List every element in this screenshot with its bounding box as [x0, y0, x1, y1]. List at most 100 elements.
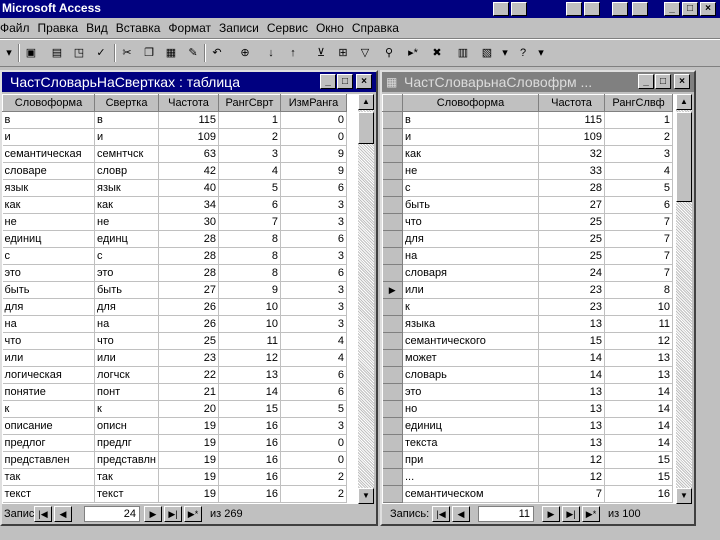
- table-row[interactable]: язык язык 40 5 6: [2, 179, 347, 197]
- table-cell[interactable]: 8: [218, 247, 281, 265]
- table-cell[interactable]: 7: [604, 213, 673, 231]
- current-row-indicator-icon[interactable]: ▶: [382, 281, 403, 299]
- first-record-icon[interactable]: |◀: [34, 506, 52, 522]
- table-row[interactable]: для для 26 10 3: [2, 298, 347, 316]
- table-row[interactable]: что 25 7: [382, 213, 673, 231]
- table-cell[interactable]: 28: [158, 264, 219, 282]
- app-icon-button[interactable]: [612, 2, 628, 16]
- table-cell[interactable]: 11: [218, 332, 281, 350]
- table-cell[interactable]: семантическая: [2, 145, 95, 163]
- table-cell[interactable]: 34: [158, 196, 219, 214]
- table-cell[interactable]: язык: [94, 179, 159, 197]
- table-cell[interactable]: для: [2, 298, 95, 316]
- first-record-icon[interactable]: |◀: [432, 506, 450, 522]
- table-cell[interactable]: 19: [158, 485, 219, 503]
- table-row[interactable]: так так 19 16 2: [2, 468, 347, 486]
- table-row[interactable]: текста 13 14: [382, 434, 673, 452]
- row-selector[interactable]: [382, 400, 403, 418]
- app-icon-button[interactable]: [584, 2, 600, 16]
- table-cell[interactable]: это: [94, 264, 159, 282]
- table-cell[interactable]: 19: [158, 434, 219, 452]
- row-selector[interactable]: [382, 179, 403, 197]
- table-cell[interactable]: 40: [158, 179, 219, 197]
- menu-insert[interactable]: Вставка: [112, 18, 165, 38]
- row-selector[interactable]: [382, 264, 403, 282]
- table-cell[interactable]: для: [94, 298, 159, 316]
- menu-view[interactable]: Вид: [82, 18, 112, 38]
- new-object-dropdown-icon[interactable]: ▾: [496, 44, 514, 62]
- table-cell[interactable]: 23: [538, 281, 605, 299]
- table-cell[interactable]: и: [2, 128, 95, 146]
- scroll-down-icon[interactable]: ▼: [676, 488, 692, 504]
- table-cell[interactable]: 22: [158, 366, 219, 384]
- table-cell[interactable]: 7: [538, 485, 605, 503]
- table-row[interactable]: семантическая семнтчск 63 3 9: [2, 145, 347, 163]
- table-cell[interactable]: 13: [218, 366, 281, 384]
- menu-edit[interactable]: Правка: [34, 18, 83, 38]
- app-icon-button[interactable]: [511, 2, 527, 16]
- preview-icon[interactable]: ◳: [70, 44, 88, 62]
- table-cell[interactable]: 6: [604, 196, 673, 214]
- new-record-nav-icon[interactable]: ▶*: [184, 506, 202, 522]
- table-cell[interactable]: как: [402, 145, 539, 163]
- table-cell[interactable]: 0: [280, 111, 347, 129]
- app-minimize-button[interactable]: _: [664, 2, 680, 16]
- table-cell[interactable]: 14: [604, 383, 673, 401]
- table-cell[interactable]: 5: [218, 179, 281, 197]
- table-cell[interactable]: 16: [604, 485, 673, 503]
- table-row[interactable]: единиц 13 14: [382, 417, 673, 435]
- table-cell[interactable]: 6: [280, 366, 347, 384]
- table-row[interactable]: что что 25 11 4: [2, 332, 347, 350]
- left-vertical-scrollbar[interactable]: ▲ ▼: [358, 94, 374, 504]
- table-cell[interactable]: 16: [218, 485, 281, 503]
- table-cell[interactable]: 115: [158, 111, 219, 129]
- column-header-slovoforma[interactable]: Словоформа: [2, 94, 95, 112]
- table-cell[interactable]: 3: [280, 315, 347, 333]
- table-cell[interactable]: 26: [158, 315, 219, 333]
- table-cell[interactable]: 26: [158, 298, 219, 316]
- table-row[interactable]: и и 109 2 0: [2, 128, 347, 146]
- table-cell[interactable]: 28: [158, 230, 219, 248]
- table-cell[interactable]: 19: [158, 451, 219, 469]
- table-row[interactable]: словаря 24 7: [382, 264, 673, 282]
- table-row[interactable]: как 32 3: [382, 145, 673, 163]
- table-cell[interactable]: текст: [2, 485, 95, 503]
- table-cell[interactable]: что: [2, 332, 95, 350]
- table-cell[interactable]: логическая: [2, 366, 95, 384]
- table-cell[interactable]: текста: [402, 434, 539, 452]
- table-cell[interactable]: 7: [218, 213, 281, 231]
- table-cell[interactable]: 0: [280, 434, 347, 452]
- table-cell[interactable]: 14: [218, 383, 281, 401]
- delete-record-icon[interactable]: ✖: [428, 44, 446, 62]
- table-cell[interactable]: это: [2, 264, 95, 282]
- table-cell[interactable]: с: [402, 179, 539, 197]
- table-row[interactable]: быть 27 6: [382, 196, 673, 214]
- app-icon-button[interactable]: [566, 2, 582, 16]
- table-cell[interactable]: 7: [604, 247, 673, 265]
- row-selector[interactable]: [382, 485, 403, 503]
- table-cell[interactable]: 14: [604, 417, 673, 435]
- table-cell[interactable]: ...: [402, 468, 539, 486]
- table-cell[interactable]: язык: [2, 179, 95, 197]
- table-cell[interactable]: 9: [280, 162, 347, 180]
- table-cell[interactable]: языка: [402, 315, 539, 333]
- row-selector[interactable]: [382, 315, 403, 333]
- table-row[interactable]: это 13 14: [382, 383, 673, 401]
- table-cell[interactable]: быть: [2, 281, 95, 299]
- table-cell[interactable]: словр: [94, 162, 159, 180]
- hyperlink-icon[interactable]: ⊕: [236, 44, 254, 62]
- table-row[interactable]: в в 115 1 0: [2, 111, 347, 129]
- table-cell[interactable]: при: [402, 451, 539, 469]
- table-cell[interactable]: 109: [158, 128, 219, 146]
- database-window-icon[interactable]: ▥: [454, 44, 472, 62]
- row-selector[interactable]: [382, 298, 403, 316]
- table-cell[interactable]: логчск: [94, 366, 159, 384]
- column-header-rang-svrt[interactable]: РангСврт: [218, 94, 281, 112]
- table-row[interactable]: на на 26 10 3: [2, 315, 347, 333]
- row-selector[interactable]: [382, 349, 403, 367]
- table-cell[interactable]: 4: [218, 162, 281, 180]
- table-cell[interactable]: 25: [538, 230, 605, 248]
- table-cell[interactable]: 0: [280, 128, 347, 146]
- table-row[interactable]: на 25 7: [382, 247, 673, 265]
- table-row[interactable]: и 109 2: [382, 128, 673, 146]
